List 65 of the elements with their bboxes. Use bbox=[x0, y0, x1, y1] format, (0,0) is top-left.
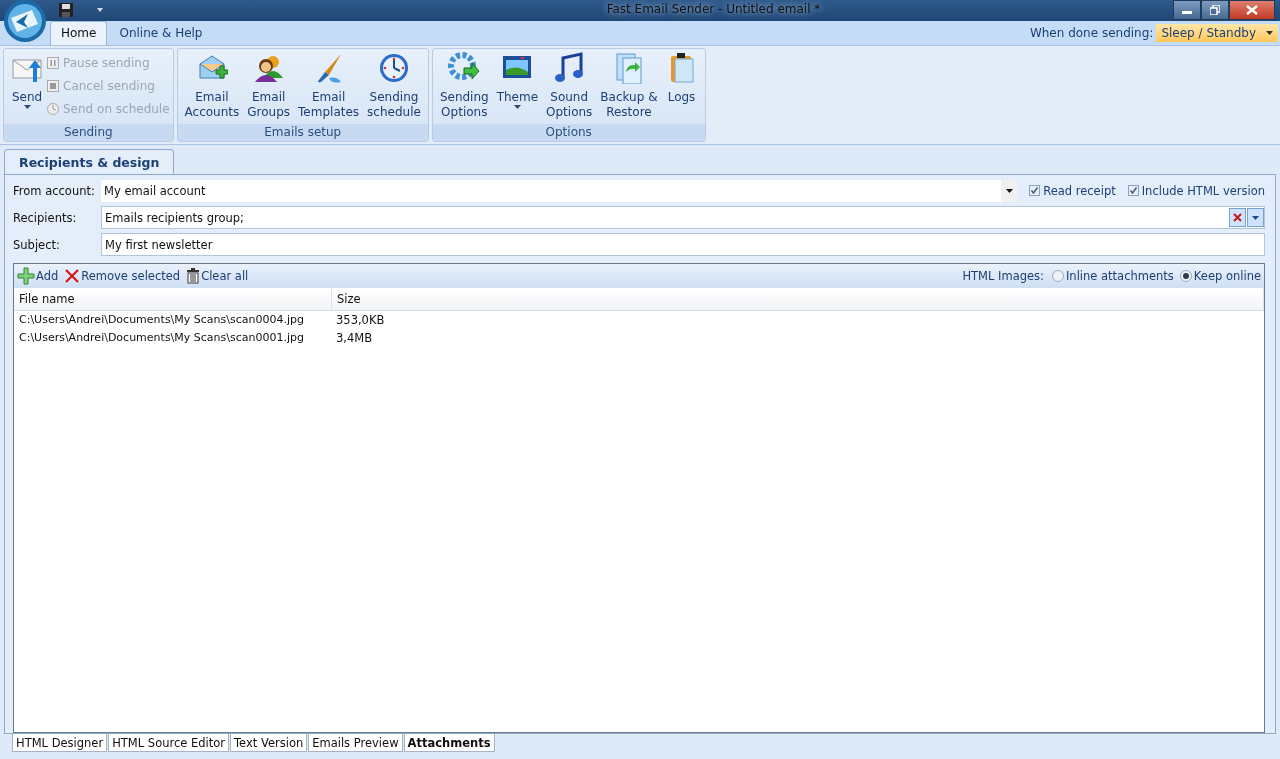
account-dropdown[interactable]: My email account bbox=[101, 179, 1018, 202]
close-icon bbox=[1233, 213, 1242, 222]
dropdown-button[interactable] bbox=[1247, 208, 1264, 227]
ribbon-group-title: Sending bbox=[4, 124, 173, 141]
close-icon bbox=[1246, 5, 1258, 15]
pause-icon bbox=[47, 56, 59, 69]
editor-tab[interactable]: Text Version bbox=[230, 734, 308, 752]
recipients-field[interactable]: Emails recipients group; bbox=[101, 206, 1265, 229]
ribbon-button[interactable]: Theme bbox=[492, 51, 543, 124]
table-cell-text: C:\Users\Andrei\Documents\My Scans\scan0001.jpg bbox=[18, 330, 305, 346]
ribbon-group-title: Emails setup bbox=[177, 124, 428, 141]
editor-tab[interactable]: HTML Designer bbox=[12, 734, 108, 752]
toolbar-button[interactable]: Remove selected bbox=[64, 268, 181, 284]
ribbon-tab[interactable]: Home bbox=[50, 21, 108, 45]
music-note-icon bbox=[553, 52, 586, 84]
ribbon-button[interactable]: Backup & Restore bbox=[596, 51, 662, 124]
document-tab[interactable]: Recipients & design bbox=[4, 149, 175, 174]
radio-button[interactable]: Inline attachments bbox=[1051, 269, 1174, 283]
column-header[interactable]: Size bbox=[332, 288, 1264, 310]
ribbon-button[interactable]: Sending schedule bbox=[363, 51, 425, 124]
caret-icon bbox=[1266, 31, 1273, 35]
x-icon bbox=[64, 268, 81, 284]
trash-icon bbox=[186, 268, 201, 284]
caret-icon bbox=[1252, 215, 1259, 220]
restore-button[interactable] bbox=[1201, 0, 1229, 20]
caret-icon bbox=[1005, 188, 1013, 193]
ribbon-button[interactable]: Email Accounts bbox=[180, 51, 244, 124]
checkbox[interactable]: Read receipt bbox=[1029, 183, 1116, 198]
column-header[interactable]: File name bbox=[14, 288, 332, 310]
subject-field[interactable]: My first newsletter bbox=[101, 233, 1265, 256]
clear-button[interactable] bbox=[1229, 208, 1246, 227]
window-title: Fast Email Sender - Untitled email * bbox=[605, 1, 822, 18]
ribbon-button[interactable]: Email Templates bbox=[294, 51, 364, 124]
save-icon[interactable] bbox=[58, 2, 74, 18]
radio-button[interactable]: Keep online bbox=[1179, 269, 1261, 283]
dropdown-icon[interactable] bbox=[96, 7, 104, 13]
restore-icon bbox=[1210, 5, 1220, 15]
toolbar-button[interactable]: Clear all bbox=[186, 268, 249, 284]
toolbar-button[interactable]: Add bbox=[17, 267, 59, 285]
editor-tab[interactable]: HTML Source Editor bbox=[108, 734, 229, 752]
editor-tab[interactable]: Attachments bbox=[403, 734, 495, 752]
ribbon-group-title: Options bbox=[432, 124, 705, 141]
table-cell-text: C:\Users\Andrei\Documents\My Scans\scan0004.jpg bbox=[18, 312, 305, 328]
ribbon-button[interactable]: Sound Options bbox=[542, 51, 597, 124]
field-label: Subject: bbox=[13, 237, 61, 252]
html-images-label: HTML Images: bbox=[962, 269, 1044, 283]
stop-icon bbox=[47, 79, 59, 92]
checkbox[interactable]: Include HTML version bbox=[1127, 183, 1265, 198]
close-button[interactable] bbox=[1229, 0, 1275, 20]
plus-icon bbox=[17, 267, 35, 285]
ribbon-button[interactable]: Send bbox=[7, 51, 47, 124]
table-cell-text: 353,0KB bbox=[335, 312, 386, 329]
table-cell-text: 3,4MB bbox=[335, 330, 374, 347]
ribbon-button[interactable]: Email Groups bbox=[243, 51, 295, 124]
field-label: From account: bbox=[13, 183, 96, 198]
clock-icon bbox=[47, 102, 59, 115]
when-done-label: When done sending: bbox=[1029, 26, 1154, 40]
ribbon-button[interactable]: Logs bbox=[661, 51, 702, 124]
clock-icon bbox=[378, 52, 410, 84]
ribbon-button[interactable]: Sending Options bbox=[435, 51, 493, 124]
field-label: Recipients: bbox=[13, 210, 78, 225]
minimize-button[interactable] bbox=[1173, 0, 1201, 20]
ribbon-tab[interactable]: Online & Help bbox=[109, 22, 213, 45]
editor-tab[interactable]: Emails Preview bbox=[308, 734, 403, 752]
when-done-dropdown[interactable]: Sleep / Standby bbox=[1156, 24, 1278, 42]
